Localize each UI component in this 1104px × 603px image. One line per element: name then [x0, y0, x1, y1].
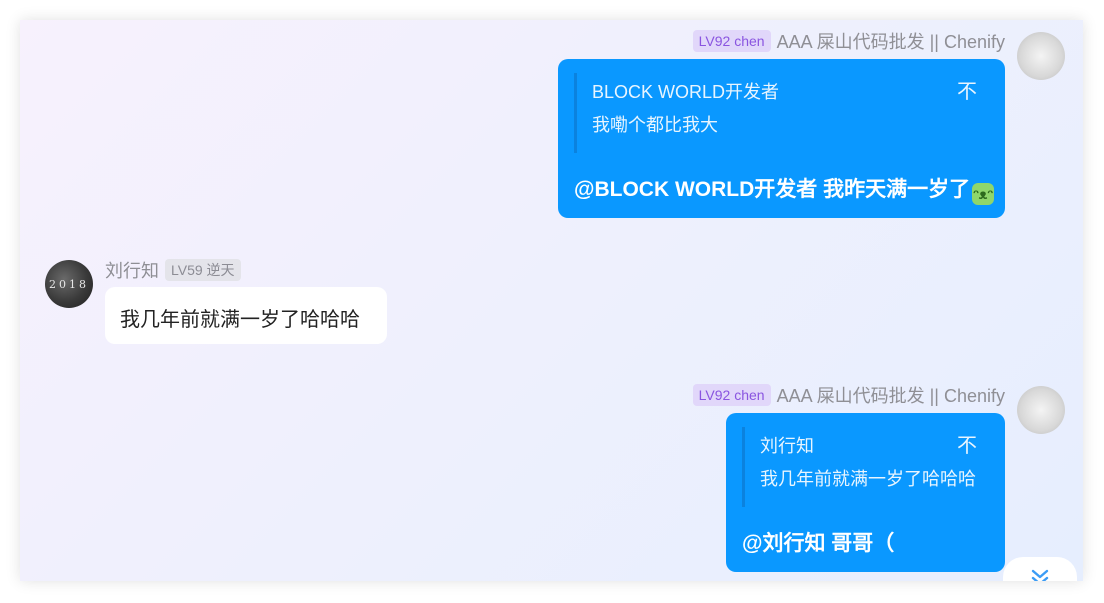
- avatar[interactable]: [1017, 386, 1065, 434]
- quoted-username: BLOCK WORLD开发者: [592, 82, 780, 102]
- message-bubble[interactable]: BLOCK WORLD开发者 我嘞个都比我大 不 @BLOCK WORLD开发者…: [558, 59, 1005, 218]
- quoted-text: 我几年前就满一岁了哈哈哈: [760, 469, 976, 489]
- avatar[interactable]: [1017, 32, 1065, 80]
- username[interactable]: AAA 屎山代码批发 || Chenify: [777, 382, 1005, 408]
- message-text: @BLOCK WORLD开发者 我昨天满一岁了: [574, 178, 971, 201]
- close-quote-icon[interactable]: 不: [957, 429, 977, 458]
- avatar[interactable]: 2018: [45, 260, 93, 308]
- quoted-message[interactable]: 刘行知 我几年前就满一岁了哈哈哈 不: [742, 427, 985, 507]
- quoted-username: 刘行知: [760, 436, 814, 456]
- scroll-to-bottom-button[interactable]: [1003, 557, 1077, 581]
- message-text-row: @BLOCK WORLD开发者 我昨天满一岁了 ᵔᴥᵔ: [574, 173, 995, 205]
- avatar-text: 2018: [49, 278, 89, 291]
- username[interactable]: AAA 屎山代码批发 || Chenify: [777, 28, 1005, 54]
- message-bubble[interactable]: 刘行知 我几年前就满一岁了哈哈哈 不 @刘行知 哥哥（: [726, 413, 1005, 572]
- message-text: 我几年前就满一岁了哈哈哈: [120, 309, 360, 331]
- message-meta: LV92 chen AAA 屎山代码批发 || Chenify: [692, 28, 1005, 54]
- level-badge: LV92 chen: [692, 384, 771, 406]
- message-text: @刘行知 哥哥（: [742, 532, 895, 555]
- frog-emoji-icon: ᵔᴥᵔ: [972, 183, 995, 205]
- level-badge: LV59 逆天: [165, 259, 241, 281]
- message-meta: 刘行知 LV59 逆天: [105, 257, 241, 283]
- close-quote-icon[interactable]: 不: [957, 75, 977, 104]
- username[interactable]: 刘行知: [105, 257, 159, 283]
- chat-panel[interactable]: LV92 chen AAA 屎山代码批发 || Chenify BLOCK WO…: [20, 20, 1083, 581]
- message-text-row: @刘行知 哥哥（: [742, 527, 894, 557]
- message-meta: LV92 chen AAA 屎山代码批发 || Chenify: [692, 382, 1005, 408]
- quoted-message[interactable]: BLOCK WORLD开发者 我嘞个都比我大 不: [574, 73, 977, 153]
- level-badge: LV92 chen: [692, 30, 771, 52]
- message-bubble[interactable]: 我几年前就满一岁了哈哈哈: [105, 287, 387, 344]
- double-chevron-down-icon: [1031, 569, 1049, 581]
- quoted-text: 我嘞个都比我大: [592, 115, 718, 135]
